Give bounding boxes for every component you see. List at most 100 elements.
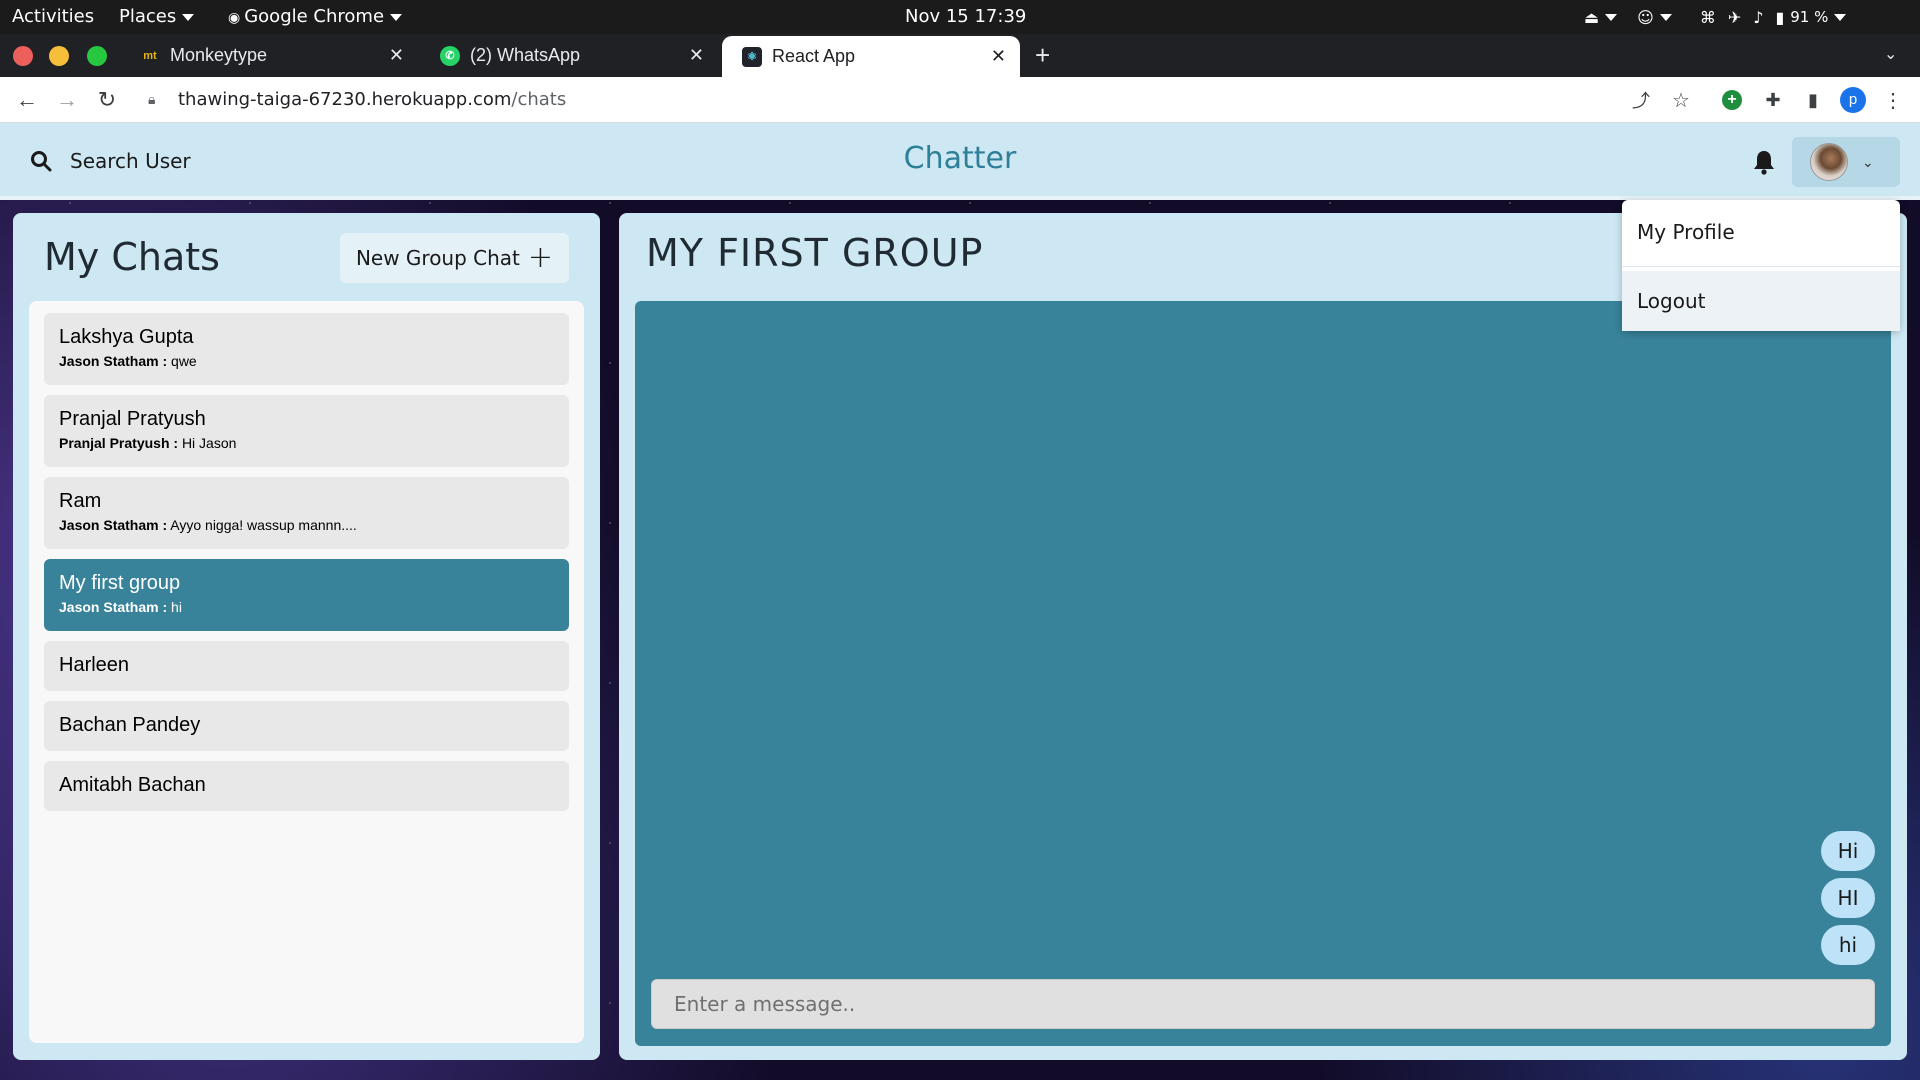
chat-latest-text: Ayyo nigga! wassup mannn.... — [170, 517, 357, 533]
chat-name: Pranjal Pratyush — [59, 408, 206, 430]
bookmark-star-icon[interactable]: ☆ — [1668, 87, 1694, 113]
tab-whatsapp[interactable]: ✆ (2) WhatsApp ✕ — [420, 34, 718, 77]
app-header: Search User Chatter ⌄ — [0, 123, 1920, 200]
chat-list[interactable]: Lakshya Gupta Jason Statham : qwe Pranja… — [29, 301, 584, 1043]
chrome-profile-avatar[interactable]: p — [1840, 87, 1866, 113]
menu-divider — [1622, 266, 1900, 267]
app-menu-label: Google Chrome — [244, 6, 385, 27]
forward-icon[interactable]: → — [54, 87, 80, 113]
share-icon[interactable]: ⤴ — [1628, 87, 1654, 113]
message-bubble: hi — [1821, 925, 1875, 965]
chat-latest-message: Pranjal Pratyush : Hi Jason — [59, 433, 554, 453]
whatsapp-favicon: ✆ — [440, 45, 460, 66]
caret-down-icon — [390, 13, 403, 21]
chat-list-item[interactable]: Pranjal Pratyush Pranjal Pratyush : Hi J… — [44, 395, 569, 467]
app-title: Chatter — [903, 141, 1017, 176]
tab-label: (2) WhatsApp — [470, 45, 581, 65]
maximize-window-icon[interactable] — [87, 46, 107, 66]
profile-menu-button[interactable]: ⌄ — [1792, 137, 1900, 187]
new-group-chat-button[interactable]: New Group Chat + — [340, 233, 569, 283]
close-tab-icon[interactable]: ✕ — [689, 45, 704, 66]
chat-latest-sender: Jason Statham : — [59, 517, 168, 533]
search-icon — [31, 151, 52, 172]
close-tab-icon[interactable]: ✕ — [389, 45, 404, 66]
chat-list-item[interactable]: Ram Jason Statham : Ayyo nigga! wassup m… — [44, 477, 569, 549]
chat-latest-message: Jason Statham : Ayyo nigga! wassup mannn… — [59, 515, 554, 535]
caret-down-icon — [1834, 13, 1847, 21]
os-top-bar: Activities Places ◉ Google Chrome Nov 15 … — [0, 0, 1920, 34]
address-bar[interactable]: thawing-taiga-67230.herokuapp.com/chats — [178, 89, 566, 110]
close-tab-icon[interactable]: ✕ — [991, 46, 1006, 67]
app-page: Search User Chatter ⌄ My Chats New Group… — [0, 123, 1920, 1080]
notification-bell-icon[interactable] — [1752, 149, 1776, 175]
places-menu[interactable]: Places — [119, 0, 195, 34]
eject-icon: ⏏ — [1584, 7, 1600, 27]
minimize-window-icon[interactable] — [49, 46, 69, 66]
airplane-icon: ✈ — [1727, 7, 1742, 27]
my-chats-panel: My Chats New Group Chat + Lakshya Gupta … — [13, 213, 600, 1060]
extensions-puzzle-icon[interactable]: ✚ — [1760, 87, 1786, 113]
caret-down-icon — [1605, 13, 1618, 21]
tab-monkeytype[interactable]: mt Monkeytype ✕ — [120, 34, 418, 77]
caret-down-icon — [182, 13, 195, 21]
battery-level: 91 % — [1790, 8, 1829, 26]
tab-label: React App — [772, 46, 856, 66]
profile-dropdown-menu: My Profile Logout — [1622, 200, 1900, 331]
chat-name: Bachan Pandey — [59, 714, 201, 736]
lock-icon[interactable]: 🔒︎ — [148, 91, 155, 108]
tab-react-app[interactable]: ⚛ React App ✕ — [722, 36, 1020, 77]
chat-title: MY FIRST GROUP — [646, 231, 984, 275]
my-chats-title: My Chats — [44, 235, 220, 279]
chat-list-item[interactable]: Bachan Pandey — [44, 701, 569, 751]
chat-latest-text: qwe — [171, 353, 197, 369]
search-user-label: Search User — [70, 149, 191, 173]
message-input[interactable] — [651, 979, 1875, 1029]
battery-icon: ▮ — [1775, 7, 1785, 27]
places-label: Places — [119, 6, 177, 27]
close-window-icon[interactable] — [13, 46, 33, 66]
chat-list-item-selected[interactable]: My first group Jason Statham : hi — [44, 559, 569, 631]
accessibility-icon: ☺ — [1637, 7, 1654, 27]
chat-name: Amitabh Bachan — [59, 774, 206, 796]
logout-menu-item[interactable]: Logout — [1622, 271, 1900, 331]
chat-name: Ram — [59, 490, 102, 512]
chat-latest-message: Jason Statham : qwe — [59, 351, 554, 371]
url-path: /chats — [511, 89, 567, 110]
messages-area[interactable]: Hi HI hi — [635, 301, 1891, 1046]
app-menu[interactable]: ◉ Google Chrome — [228, 0, 403, 34]
monkeytype-favicon: mt — [143, 49, 157, 62]
chat-list-item[interactable]: Lakshya Gupta Jason Statham : qwe — [44, 313, 569, 385]
chat-latest-sender: Pranjal Pratyush : — [59, 435, 179, 451]
message-bubble: HI — [1821, 878, 1875, 918]
reload-icon[interactable]: ↻ — [94, 87, 120, 113]
chat-name: Harleen — [59, 654, 130, 676]
chat-latest-text: hi — [171, 599, 182, 615]
system-tray[interactable]: ⏏ ☺ ⌘ ✈ ♪ ▮ 91 % — [1578, 0, 1847, 34]
chat-name: Lakshya Gupta — [59, 326, 194, 348]
chat-list-item[interactable]: Harleen — [44, 641, 569, 691]
url-host: thawing-taiga-67230.herokuapp.com — [178, 89, 512, 110]
side-panel-icon[interactable]: ▮ — [1800, 87, 1826, 113]
chat-latest-message: Jason Statham : hi — [59, 597, 554, 617]
search-user-button[interactable]: Search User — [30, 141, 191, 181]
plus-icon: + — [527, 240, 554, 275]
react-favicon: ⚛ — [742, 46, 762, 67]
chat-latest-sender: Jason Statham : — [59, 599, 168, 615]
back-icon[interactable]: ← — [14, 87, 40, 113]
extension-green-icon[interactable]: + — [1722, 90, 1742, 110]
activities-button[interactable]: Activities — [12, 0, 94, 34]
chat-list-item[interactable]: Amitabh Bachan — [44, 761, 569, 811]
caret-down-icon — [1659, 13, 1672, 21]
browser-toolbar: ← → ↻ 🔒︎ thawing-taiga-67230.herokuapp.c… — [0, 77, 1920, 123]
chrome-menu-icon[interactable]: ⋮ — [1880, 87, 1906, 113]
browser-tab-strip: mt Monkeytype ✕ ✆ (2) WhatsApp ✕ ⚛ React… — [0, 34, 1920, 102]
chrome-small-icon: ◉ — [228, 10, 241, 26]
message-bubble: Hi — [1821, 831, 1875, 871]
clock[interactable]: Nov 15 17:39 — [905, 0, 1026, 34]
new-tab-button[interactable]: + — [1035, 40, 1050, 71]
avatar — [1810, 143, 1848, 181]
tab-search-icon[interactable]: ⌄ — [1884, 44, 1897, 64]
chevron-down-icon: ⌄ — [1862, 153, 1874, 170]
my-profile-menu-item[interactable]: My Profile — [1622, 202, 1900, 262]
chat-box-panel: MY FIRST GROUP Hi HI hi — [619, 213, 1907, 1060]
